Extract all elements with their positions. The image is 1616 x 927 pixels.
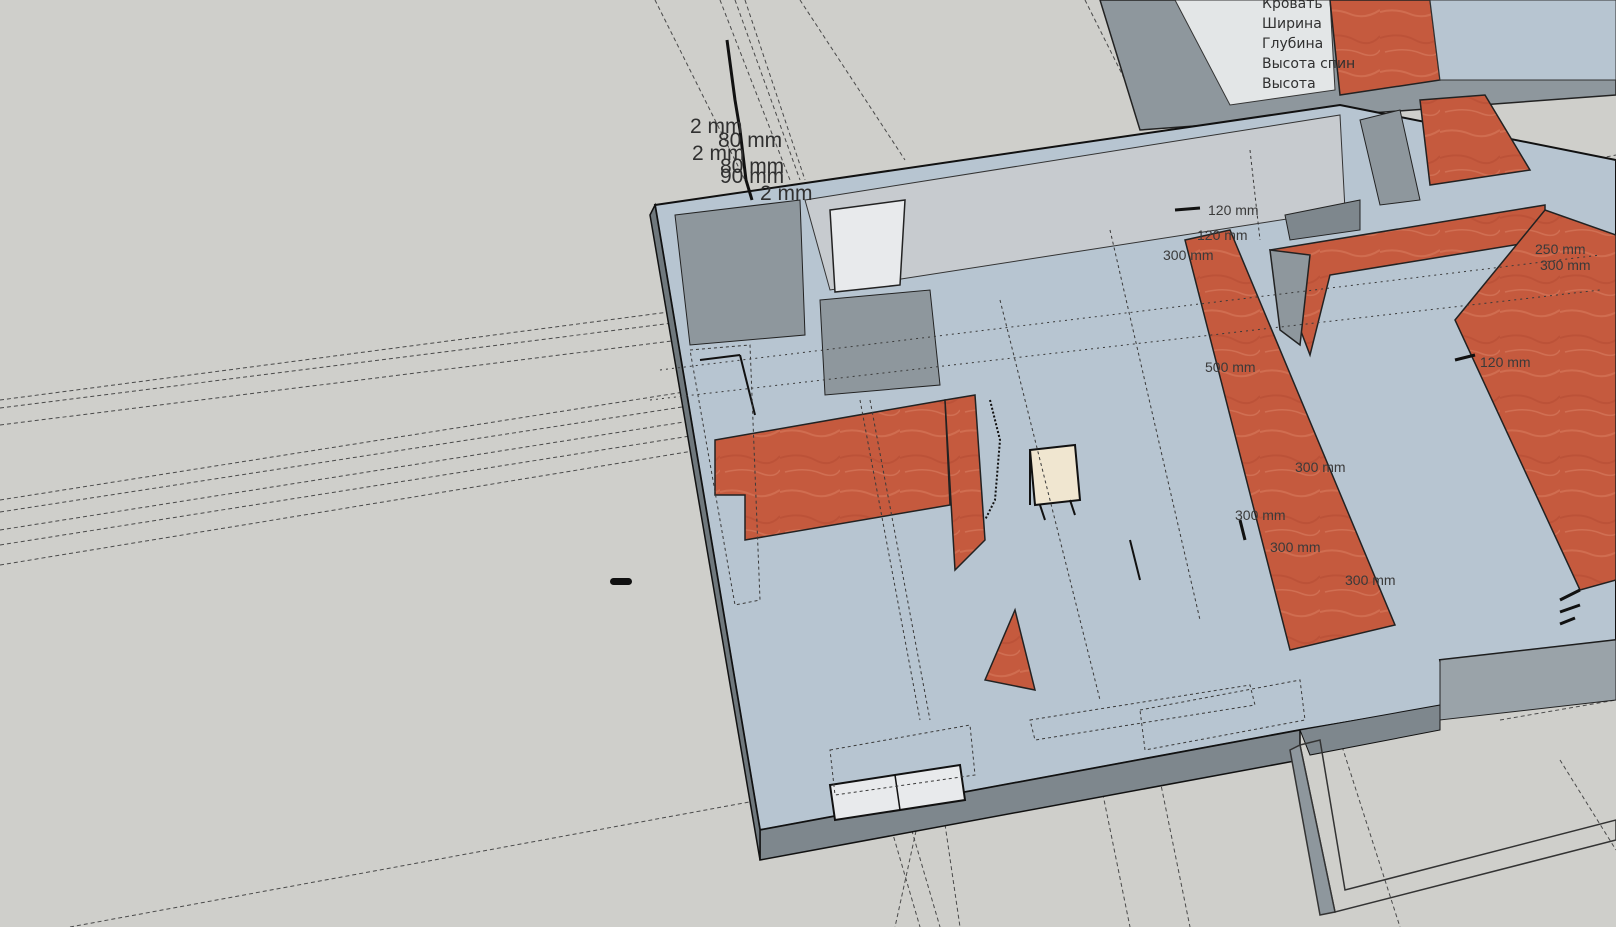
dimension-label: 2 mm bbox=[760, 182, 813, 205]
component-properties: Кровать Ширина Глубина Высота спин Высот… bbox=[1262, 0, 1355, 94]
property-label: Высота bbox=[1262, 76, 1316, 92]
dimension-label: 300 mm bbox=[1540, 257, 1591, 273]
dimension-label: 120 mm bbox=[1480, 354, 1531, 370]
dimension-label: 250 mm bbox=[1535, 241, 1586, 257]
property-label: Высота спин bbox=[1262, 56, 1356, 72]
dimension-label: 120 mm bbox=[1208, 202, 1259, 218]
dimension-label: 300 mm bbox=[1163, 247, 1214, 263]
property-label: Ширина bbox=[1262, 16, 1322, 32]
balcony-railing bbox=[1289, 739, 1616, 916]
model-scene[interactable] bbox=[0, 0, 1616, 927]
dimension-label: 300 mm bbox=[1345, 572, 1396, 588]
dimension-label: 500 mm bbox=[1205, 359, 1256, 375]
3d-viewport[interactable]: 2 mm 80 mm 2 mm 80 mm 90 mm 2 mm 120 mm … bbox=[0, 0, 1616, 927]
property-label: Глубина bbox=[1262, 36, 1324, 52]
scene-marker[interactable] bbox=[610, 578, 632, 585]
dimension-label: 300 mm bbox=[1235, 507, 1286, 523]
property-label: Кровать bbox=[1262, 0, 1323, 12]
dimension-label: 300 mm bbox=[1295, 459, 1346, 475]
dimension-label: 300 mm bbox=[1270, 539, 1321, 555]
dimension-label: 120 mm bbox=[1197, 227, 1248, 243]
